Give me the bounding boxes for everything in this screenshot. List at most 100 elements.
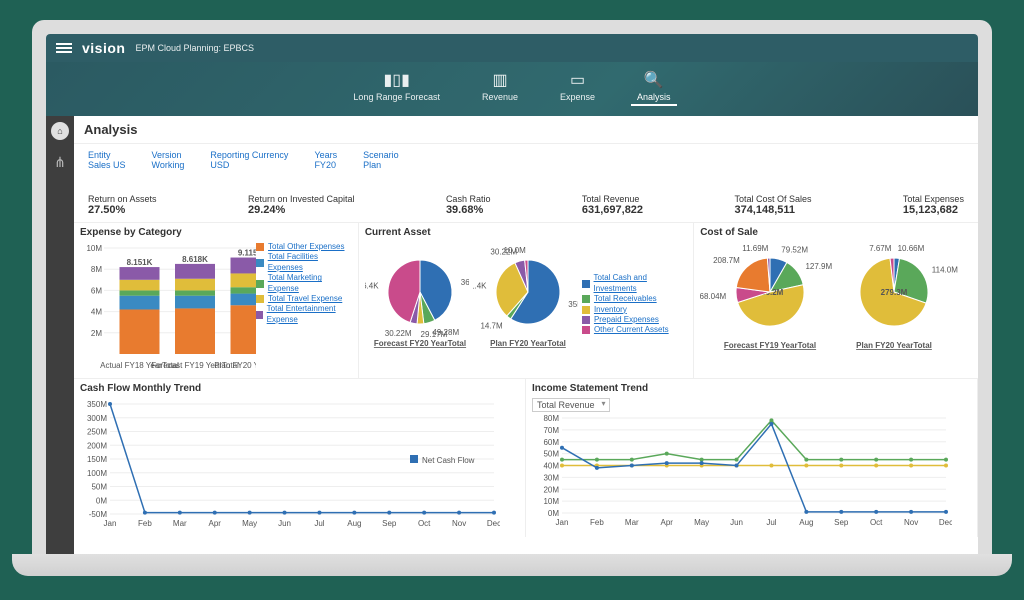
svg-text:Apr: Apr [209,519,222,528]
expense-legend: Total Other ExpensesTotal Facilities Exp… [256,242,352,372]
kpi-roic: Return on Invested Capital29.24% [248,194,355,216]
cost-of-sale-pie-plan: 10.66M114.0M279.3M7.67MPlan FY20 YearTot… [839,242,959,367]
svg-text:Aug: Aug [347,519,361,528]
svg-text:208.7M: 208.7M [713,256,740,265]
page-title-row: Analysis [74,116,978,144]
svg-text:Sep: Sep [834,518,849,527]
left-rail: ⌂ ⋔ [46,116,74,554]
svg-text:Apr: Apr [661,518,674,527]
coins-icon: ▥ [482,70,518,90]
svg-text:Mar: Mar [625,518,639,527]
tab-label: Analysis [637,92,671,102]
svg-text:40M: 40M [543,462,559,471]
page-title: Analysis [84,122,137,137]
svg-text:Feb: Feb [138,519,152,528]
svg-text:10M: 10M [86,244,102,253]
svg-text:10.66M: 10.66M [898,244,925,253]
menu-icon[interactable] [56,43,72,53]
svg-text:Jun: Jun [278,519,291,528]
svg-text:68.04M: 68.04M [700,292,727,301]
cost-of-sale-pie-forecast: 79.52M127.9M466.2M68.04M208.7M11.69MFore… [700,242,835,367]
tab-expense[interactable]: ▭Expense [554,68,601,106]
panel-current-asset: Current Asset 363.7M49.28M29.17M30.22M38… [359,223,694,378]
svg-text:9.115K: 9.115K [238,249,256,258]
svg-text:6M: 6M [91,286,102,295]
filter-scenario[interactable]: ScenarioPlan [363,150,399,170]
svg-text:-50M: -50M [89,510,108,519]
tab-label: Expense [560,92,595,102]
svg-text:127.9M: 127.9M [806,262,833,271]
svg-text:50M: 50M [91,483,107,492]
svg-text:May: May [242,519,257,528]
svg-text:29.17M: 29.17M [420,330,447,339]
svg-text:363.7M: 363.7M [461,278,470,287]
breadcrumb: EPM Cloud Planning: EPBCS [135,43,254,53]
svg-text:10.0M: 10.0M [504,246,527,255]
svg-text:8.618K: 8.618K [182,255,208,264]
kpi-total-revenue: Total Revenue631,697,822 [582,194,643,216]
svg-text:350M: 350M [87,400,107,409]
top-bar: vision EPM Cloud Planning: EPBCS [46,34,978,62]
svg-text:50M: 50M [543,450,559,459]
svg-text:Mar: Mar [173,519,187,528]
svg-text:100M: 100M [87,469,107,478]
filter-years[interactable]: YearsFY20 [314,150,337,170]
svg-text:250M: 250M [87,428,107,437]
svg-text:4M: 4M [91,308,102,317]
svg-text:Oct: Oct [418,519,431,528]
laptop-base [12,554,1012,576]
rail-app-icon[interactable]: ⌂ [51,122,69,140]
svg-text:Sep: Sep [382,519,397,528]
panel-cash-flow-trend: Cash Flow Monthly Trend -50M0M50M100M150… [74,379,526,537]
current-asset-legend: Total Cash and InvestmentsTotal Receivab… [582,273,687,335]
svg-text:Nov: Nov [452,519,466,528]
svg-text:Forecast FY20 YearTotal: Forecast FY20 YearTotal [374,339,466,348]
svg-text:14.7M: 14.7M [481,322,504,331]
svg-text:7.67M: 7.67M [869,244,892,253]
cash-flow-line-chart: -50M0M50M100M150M200M250M300M350MJanFebM… [80,398,500,528]
kpi-row: Return on Assets27.50% Return on Investe… [74,176,978,223]
filter-currency[interactable]: Reporting CurrencyUSD [210,150,288,170]
svg-text:2M: 2M [91,329,102,338]
svg-text:Jul: Jul [314,519,324,528]
current-asset-pie-forecast: 363.7M49.28M29.17M30.22M386.4KForecast F… [365,242,470,367]
svg-text:Dec: Dec [939,518,952,527]
tab-analysis[interactable]: 🔍 Analysis [631,68,677,106]
income-series-dropdown[interactable]: Total Revenue [532,398,610,412]
svg-text:May: May [694,518,709,527]
nav-tabs: ▮▯▮Long Range Forecast ▥Revenue ▭Expense… [46,62,978,116]
current-asset-pie-plan: 355.6M14.7M191.4K30.22M10.0MPlan FY20 Ye… [473,242,578,367]
tab-long-range-forecast[interactable]: ▮▯▮Long Range Forecast [347,68,446,106]
search-chart-icon: 🔍 [637,70,671,90]
svg-text:Net Cash Flow: Net Cash Flow [422,456,475,465]
svg-text:Plan FY20 YearTotal: Plan FY20 YearTotal [856,341,932,350]
svg-text:30M: 30M [543,473,559,482]
tab-revenue[interactable]: ▥Revenue [476,68,524,106]
panel-expense-by-category: Expense by Category 2M4M6M8M10M8.151KAct… [74,223,359,378]
svg-text:79.52M: 79.52M [782,245,809,254]
tab-label: Long Range Forecast [353,92,440,102]
svg-text:Aug: Aug [799,518,813,527]
svg-text:60M: 60M [543,438,559,447]
svg-text:10M: 10M [543,497,559,506]
panel-title: Income Statement Trend [532,383,971,394]
svg-text:0M: 0M [96,496,107,505]
svg-text:300M: 300M [87,414,107,423]
filter-entity[interactable]: EntitySales US [88,150,126,170]
rail-node-icon[interactable]: ⋔ [54,154,66,171]
kpi-cash-ratio: Cash Ratio39.68% [446,194,491,216]
svg-text:80M: 80M [543,414,559,423]
svg-text:11.69M: 11.69M [742,244,768,253]
svg-text:Plan FY20 YearTotal: Plan FY20 YearTotal [491,339,567,348]
pov-filter-bar: EntitySales US VersionWorking Reporting … [74,144,978,176]
svg-text:114.0M: 114.0M [932,265,958,274]
svg-text:Jan: Jan [104,519,117,528]
svg-text:Dec: Dec [487,519,500,528]
filter-version[interactable]: VersionWorking [152,150,185,170]
svg-text:8M: 8M [91,265,102,274]
svg-text:Jul: Jul [766,518,776,527]
svg-text:Feb: Feb [590,518,604,527]
kpi-total-expenses: Total Expenses15,123,682 [903,194,964,216]
svg-text:355.6M: 355.6M [569,300,578,309]
svg-text:8.151K: 8.151K [127,258,153,267]
